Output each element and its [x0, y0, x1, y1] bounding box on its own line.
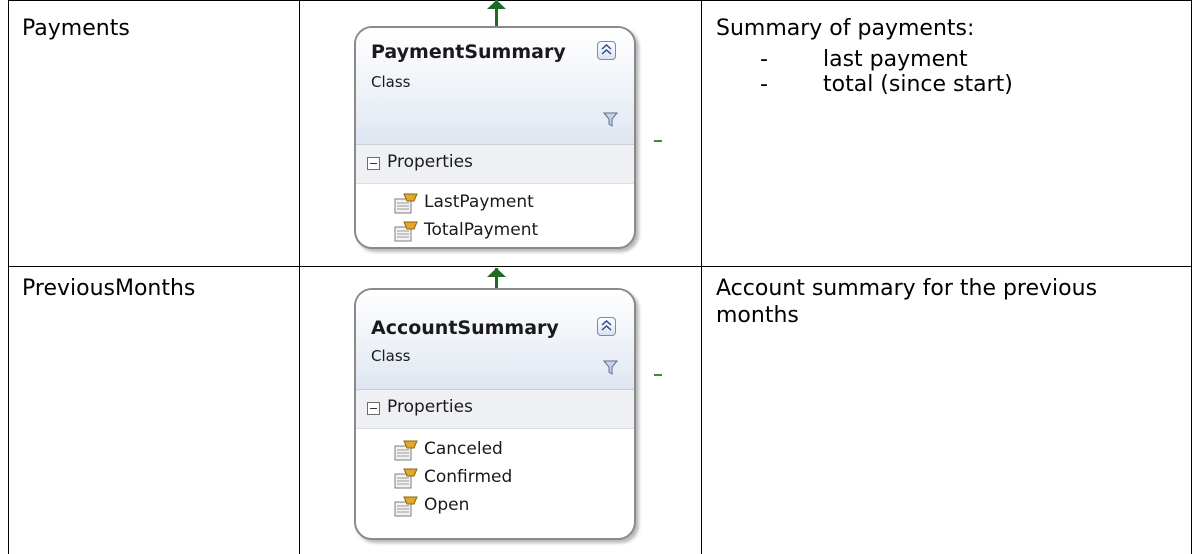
grid-line-left	[8, 0, 9, 554]
filter-icon[interactable]	[603, 360, 618, 376]
connector-arrow-previous-months	[487, 268, 506, 277]
grid-line-col1	[299, 0, 300, 554]
property-label: Canceled	[424, 439, 503, 459]
class-box-payment-summary[interactable]: PaymentSummary Class Properties LastPaym…	[354, 26, 636, 249]
properties-section-header[interactable]: Properties	[356, 390, 634, 429]
description-heading-payments: Summary of payments:	[716, 16, 975, 41]
connector-arrow-payments	[487, 0, 506, 9]
property-item[interactable]: LastPayment	[356, 190, 634, 218]
grid-line-col2	[701, 0, 702, 554]
grid-line-row-separator	[8, 266, 1192, 267]
collapse-minus-icon[interactable]	[367, 157, 380, 170]
property-label: LastPayment	[424, 192, 534, 212]
properties-label: Properties	[387, 397, 473, 417]
property-item[interactable]: TotalPayment	[356, 218, 634, 246]
class-header: AccountSummary Class	[356, 290, 634, 390]
property-icon	[394, 221, 418, 242]
class-stereotype: Class	[371, 73, 411, 91]
property-item[interactable]: Canceled	[356, 437, 634, 465]
property-icon	[394, 193, 418, 214]
property-icon	[394, 468, 418, 489]
properties-section-header[interactable]: Properties	[356, 145, 634, 184]
properties-label: Properties	[387, 152, 473, 172]
class-title: AccountSummary	[371, 317, 559, 339]
collapse-minus-icon[interactable]	[367, 402, 380, 415]
description-list-payments: - last payment - total (since start)	[760, 47, 1013, 97]
class-title: PaymentSummary	[371, 41, 566, 63]
row-name-previous-months: PreviousMonths	[22, 276, 196, 301]
row-name-payments: Payments	[22, 16, 130, 41]
class-box-account-summary[interactable]: AccountSummary Class Properties Canceled	[354, 288, 636, 540]
double-chevron-up-icon[interactable]	[597, 317, 616, 336]
filter-icon[interactable]	[603, 112, 618, 128]
connector-side-previous-months	[654, 374, 662, 376]
class-header: PaymentSummary Class	[356, 28, 634, 145]
property-icon	[394, 440, 418, 461]
property-label: Confirmed	[424, 467, 513, 487]
double-chevron-up-icon[interactable]	[597, 41, 616, 60]
grid-line-top	[8, 0, 1192, 1]
property-item[interactable]: Confirmed	[356, 465, 634, 493]
list-item: - last payment	[760, 47, 968, 72]
property-label: Open	[424, 495, 470, 515]
connector-side-payments	[654, 140, 662, 142]
property-label: TotalPayment	[424, 220, 539, 240]
property-icon	[394, 496, 418, 517]
list-item: - total (since start)	[760, 72, 1013, 97]
class-stereotype: Class	[371, 347, 411, 365]
property-item[interactable]: Open	[356, 493, 634, 521]
description-previous-months: Account summary for the previous months	[716, 276, 1098, 328]
